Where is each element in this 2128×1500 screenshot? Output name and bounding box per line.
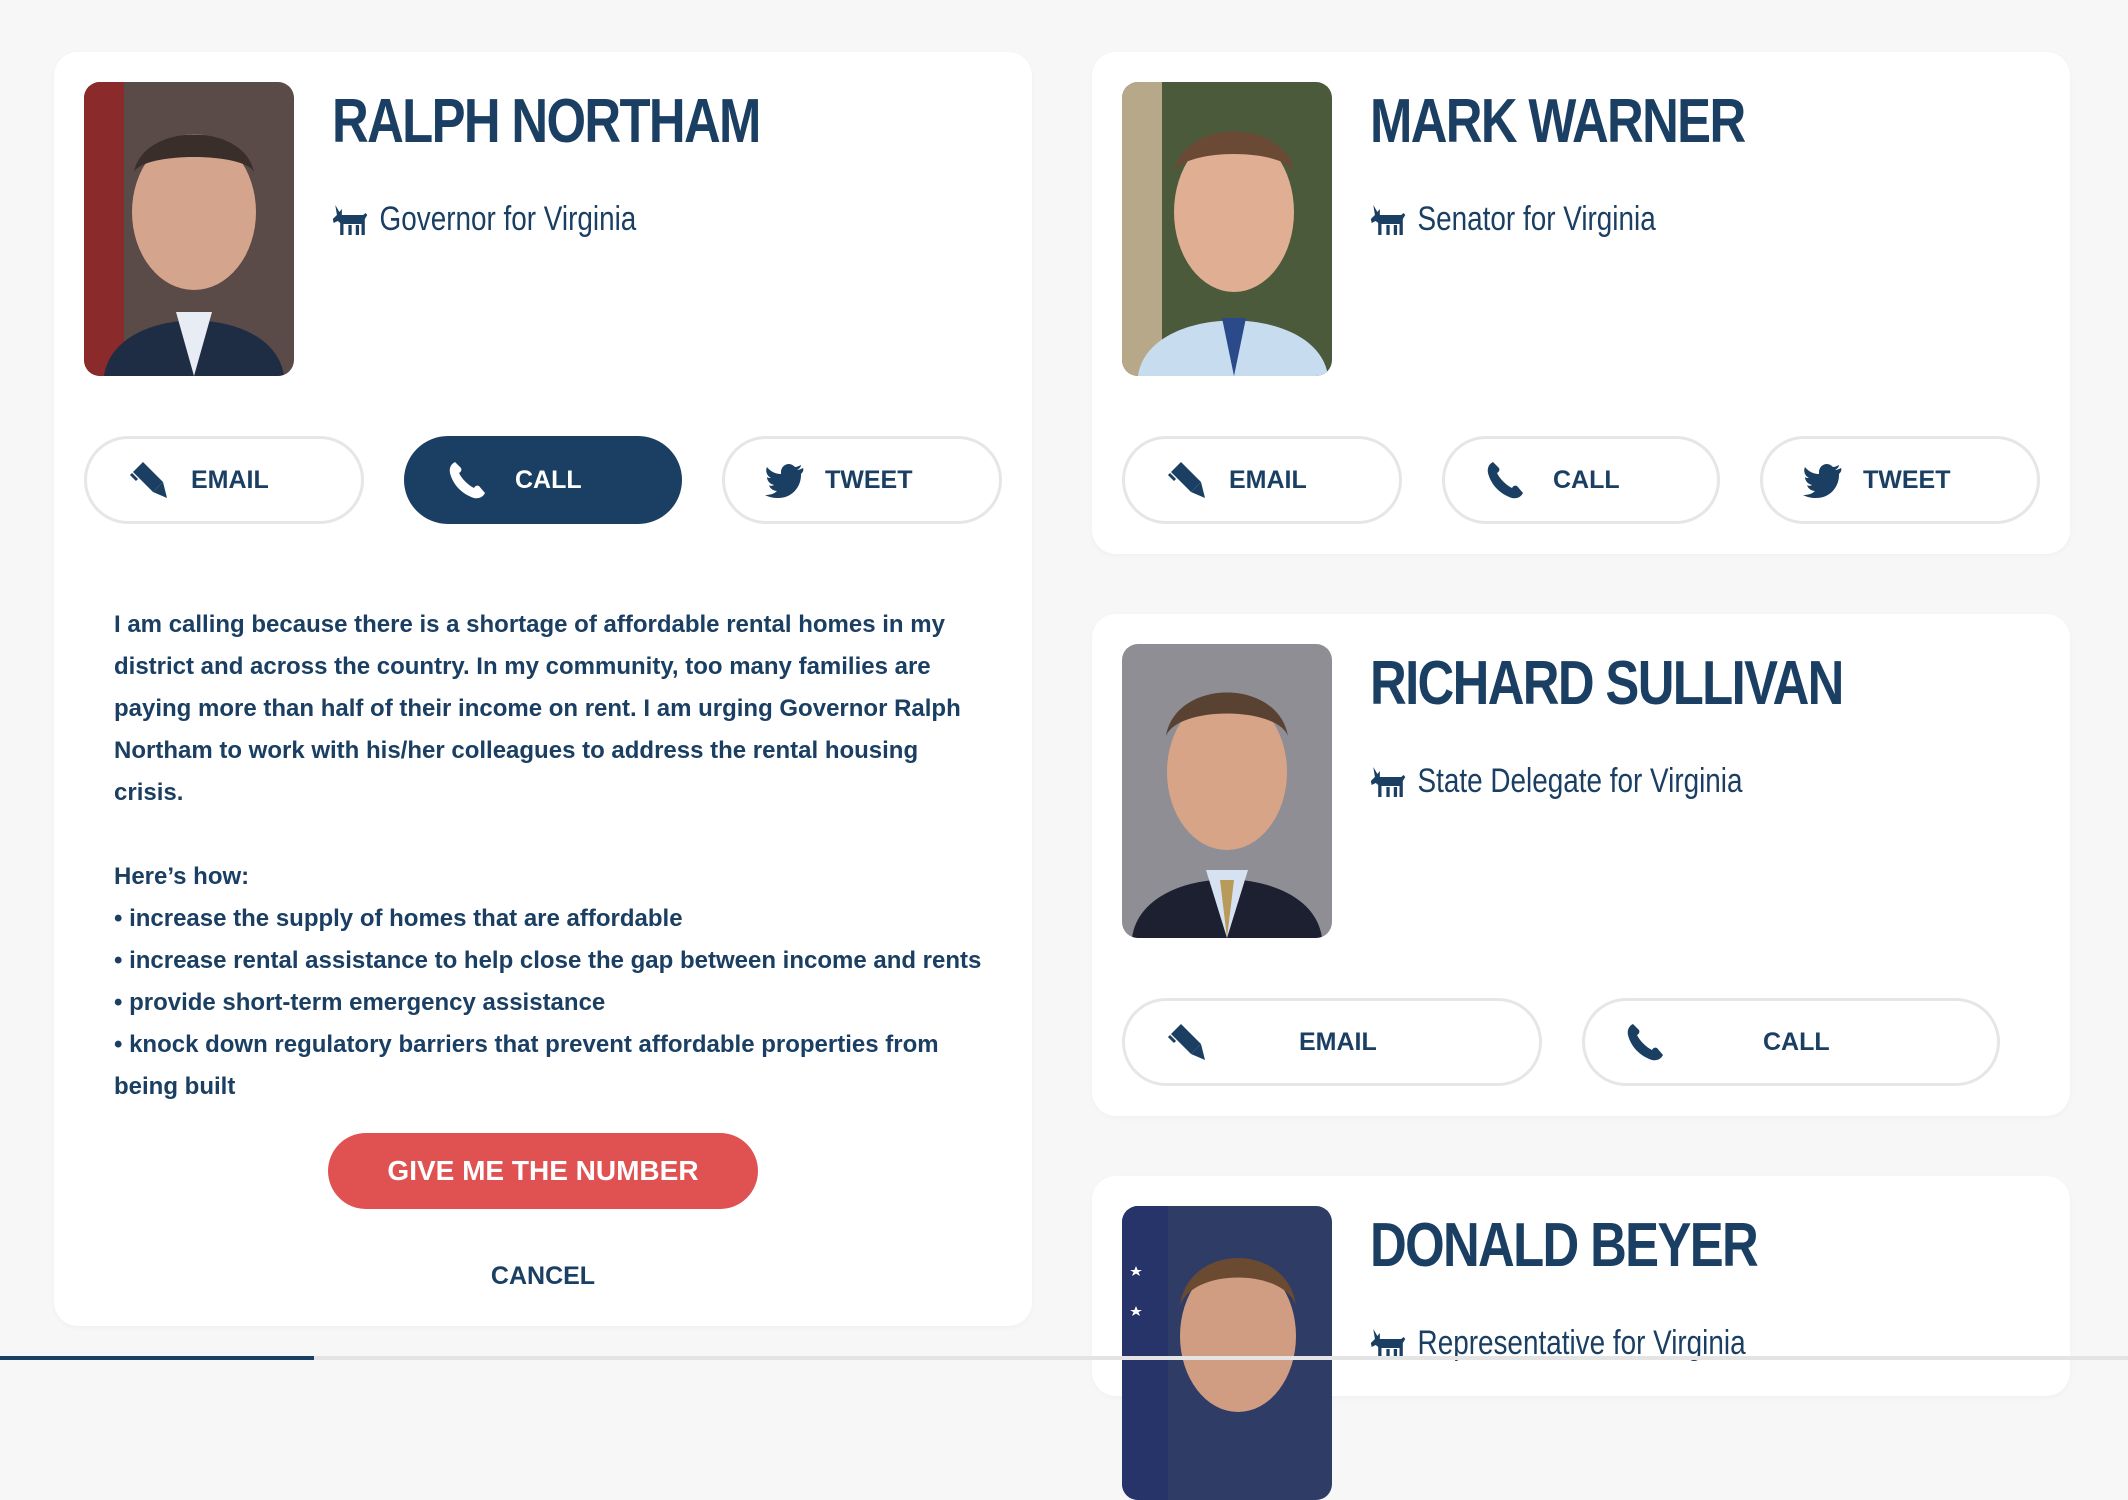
call-button-label: CALL	[1763, 1027, 1830, 1056]
twitter-bird-icon	[763, 458, 807, 502]
representative-photo	[84, 82, 294, 376]
call-button[interactable]: CALL	[1442, 436, 1720, 524]
phone-icon	[1623, 1020, 1667, 1064]
pencil-icon	[125, 458, 169, 502]
phone-icon	[445, 458, 489, 502]
pencil-icon	[1163, 1020, 1207, 1064]
role-label: Senator for Virginia	[1417, 200, 1656, 238]
phone-icon	[1483, 458, 1527, 502]
representative-role: State Delegate for Virginia	[1370, 762, 1743, 801]
representative-name: MARK WARNER	[1370, 87, 1746, 156]
give-me-the-number-button[interactable]: GIVE ME THE NUMBER	[328, 1133, 758, 1209]
donkey-icon	[332, 203, 368, 237]
representative-name: DONALD BEYER	[1370, 1211, 1759, 1280]
call-button-label: CALL	[515, 465, 582, 494]
representative-name: RALPH NORTHAM	[332, 87, 761, 156]
tweet-button-label: TWEET	[1863, 465, 1951, 494]
tweet-button-label: TWEET	[825, 465, 913, 494]
cancel-link[interactable]: CANCEL	[460, 1262, 626, 1291]
role-label: State Delegate for Virginia	[1417, 762, 1743, 800]
representative-role: Senator for Virginia	[1370, 200, 1656, 239]
call-script-bullet: • increase the supply of homes that are …	[114, 905, 683, 932]
call-button-label: CALL	[1553, 465, 1620, 494]
email-button[interactable]: EMAIL	[1122, 998, 1542, 1086]
email-button-label: EMAIL	[1299, 1027, 1377, 1056]
email-button-label: EMAIL	[1229, 465, 1307, 494]
twitter-bird-icon	[1801, 458, 1845, 502]
tweet-button[interactable]: TWEET	[1760, 436, 2040, 524]
tweet-button[interactable]: TWEET	[722, 436, 1002, 524]
donkey-icon	[1370, 203, 1406, 237]
representative-photo	[1122, 1206, 1332, 1500]
donkey-icon	[1370, 765, 1406, 799]
email-button[interactable]: EMAIL	[1122, 436, 1402, 524]
role-label: Governor for Virginia	[379, 200, 637, 238]
call-button[interactable]: CALL	[404, 436, 682, 524]
call-button[interactable]: CALL	[1582, 998, 2000, 1086]
call-script-bullet: • knock down regulatory barriers that pr…	[114, 1031, 939, 1100]
representative-role: Governor for Virginia	[332, 200, 636, 239]
call-script-how-title: Here’s how:	[114, 863, 250, 890]
representative-name: RICHARD SULLIVAN	[1370, 649, 1844, 718]
call-script-intro: I am calling because there is a shortage…	[114, 611, 961, 806]
pencil-icon	[1163, 458, 1207, 502]
email-button[interactable]: EMAIL	[84, 436, 364, 524]
representative-photo	[1122, 82, 1332, 376]
scroll-indicator	[0, 1356, 314, 1360]
bottom-divider	[0, 1356, 2128, 1360]
representative-photo	[1122, 644, 1332, 938]
call-script-bullet: • provide short-term emergency assistanc…	[114, 989, 606, 1016]
call-script: I am calling because there is a shortage…	[114, 604, 994, 1108]
email-button-label: EMAIL	[191, 465, 269, 494]
call-script-bullet: • increase rental assistance to help clo…	[114, 947, 982, 974]
